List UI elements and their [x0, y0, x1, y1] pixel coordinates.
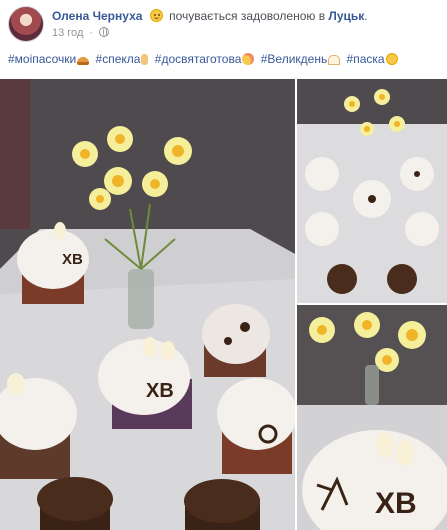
hashtag-link[interactable]: #паска — [347, 52, 385, 66]
post-hashtags: #моіпасочки #спекла #досвятаготова #Вели… — [8, 52, 401, 66]
smiling-face-icon — [149, 9, 163, 22]
hashtag-link[interactable]: #спекла — [96, 52, 141, 66]
cake-lettering: ХВ — [375, 487, 417, 520]
smiling-face-icon — [385, 53, 398, 65]
photo-grid: ХВ ХВ ХВ — [0, 79, 447, 530]
post-header: Олена Чернуха почувається задоволеною в … — [0, 0, 447, 48]
easter-cake-closeup-photo: ХВ — [297, 305, 447, 530]
location-link[interactable]: Луцьк — [328, 9, 364, 23]
easter-cakes-photo: ХВ ХВ — [0, 79, 295, 530]
post-photo-2[interactable] — [297, 79, 447, 303]
easter-cakes-top-view-photo — [297, 79, 447, 303]
post-meta: 13 год · — [52, 27, 110, 39]
author-name-link[interactable]: Олена Чернуха — [52, 9, 142, 23]
globe-icon[interactable] — [99, 27, 110, 37]
birthday-cake-icon — [328, 55, 341, 65]
cake-lettering: ХВ — [62, 251, 83, 268]
hashtag-link[interactable]: #Великдень — [261, 52, 327, 66]
author-avatar[interactable] — [8, 6, 44, 42]
hashtag-link[interactable]: #моіпасочки — [8, 52, 76, 66]
location-suffix: . — [364, 9, 368, 23]
meta-separator: · — [89, 27, 94, 39]
cake-lettering: ХВ — [146, 380, 174, 402]
bread-icon — [77, 57, 90, 65]
blushing-face-icon — [242, 53, 255, 65]
post-header-line: Олена Чернуха почувається задоволеною в … — [52, 9, 368, 23]
post-photo-main[interactable]: ХВ ХВ — [0, 79, 295, 530]
hashtag-link[interactable]: #досвятаготова — [155, 52, 242, 66]
feeling-text: почувається задоволеною в — [169, 9, 326, 23]
victory-hand-icon — [141, 54, 149, 65]
post-timestamp-link[interactable]: 13 год — [52, 27, 83, 39]
post-photo-3[interactable]: ХВ — [297, 305, 447, 530]
